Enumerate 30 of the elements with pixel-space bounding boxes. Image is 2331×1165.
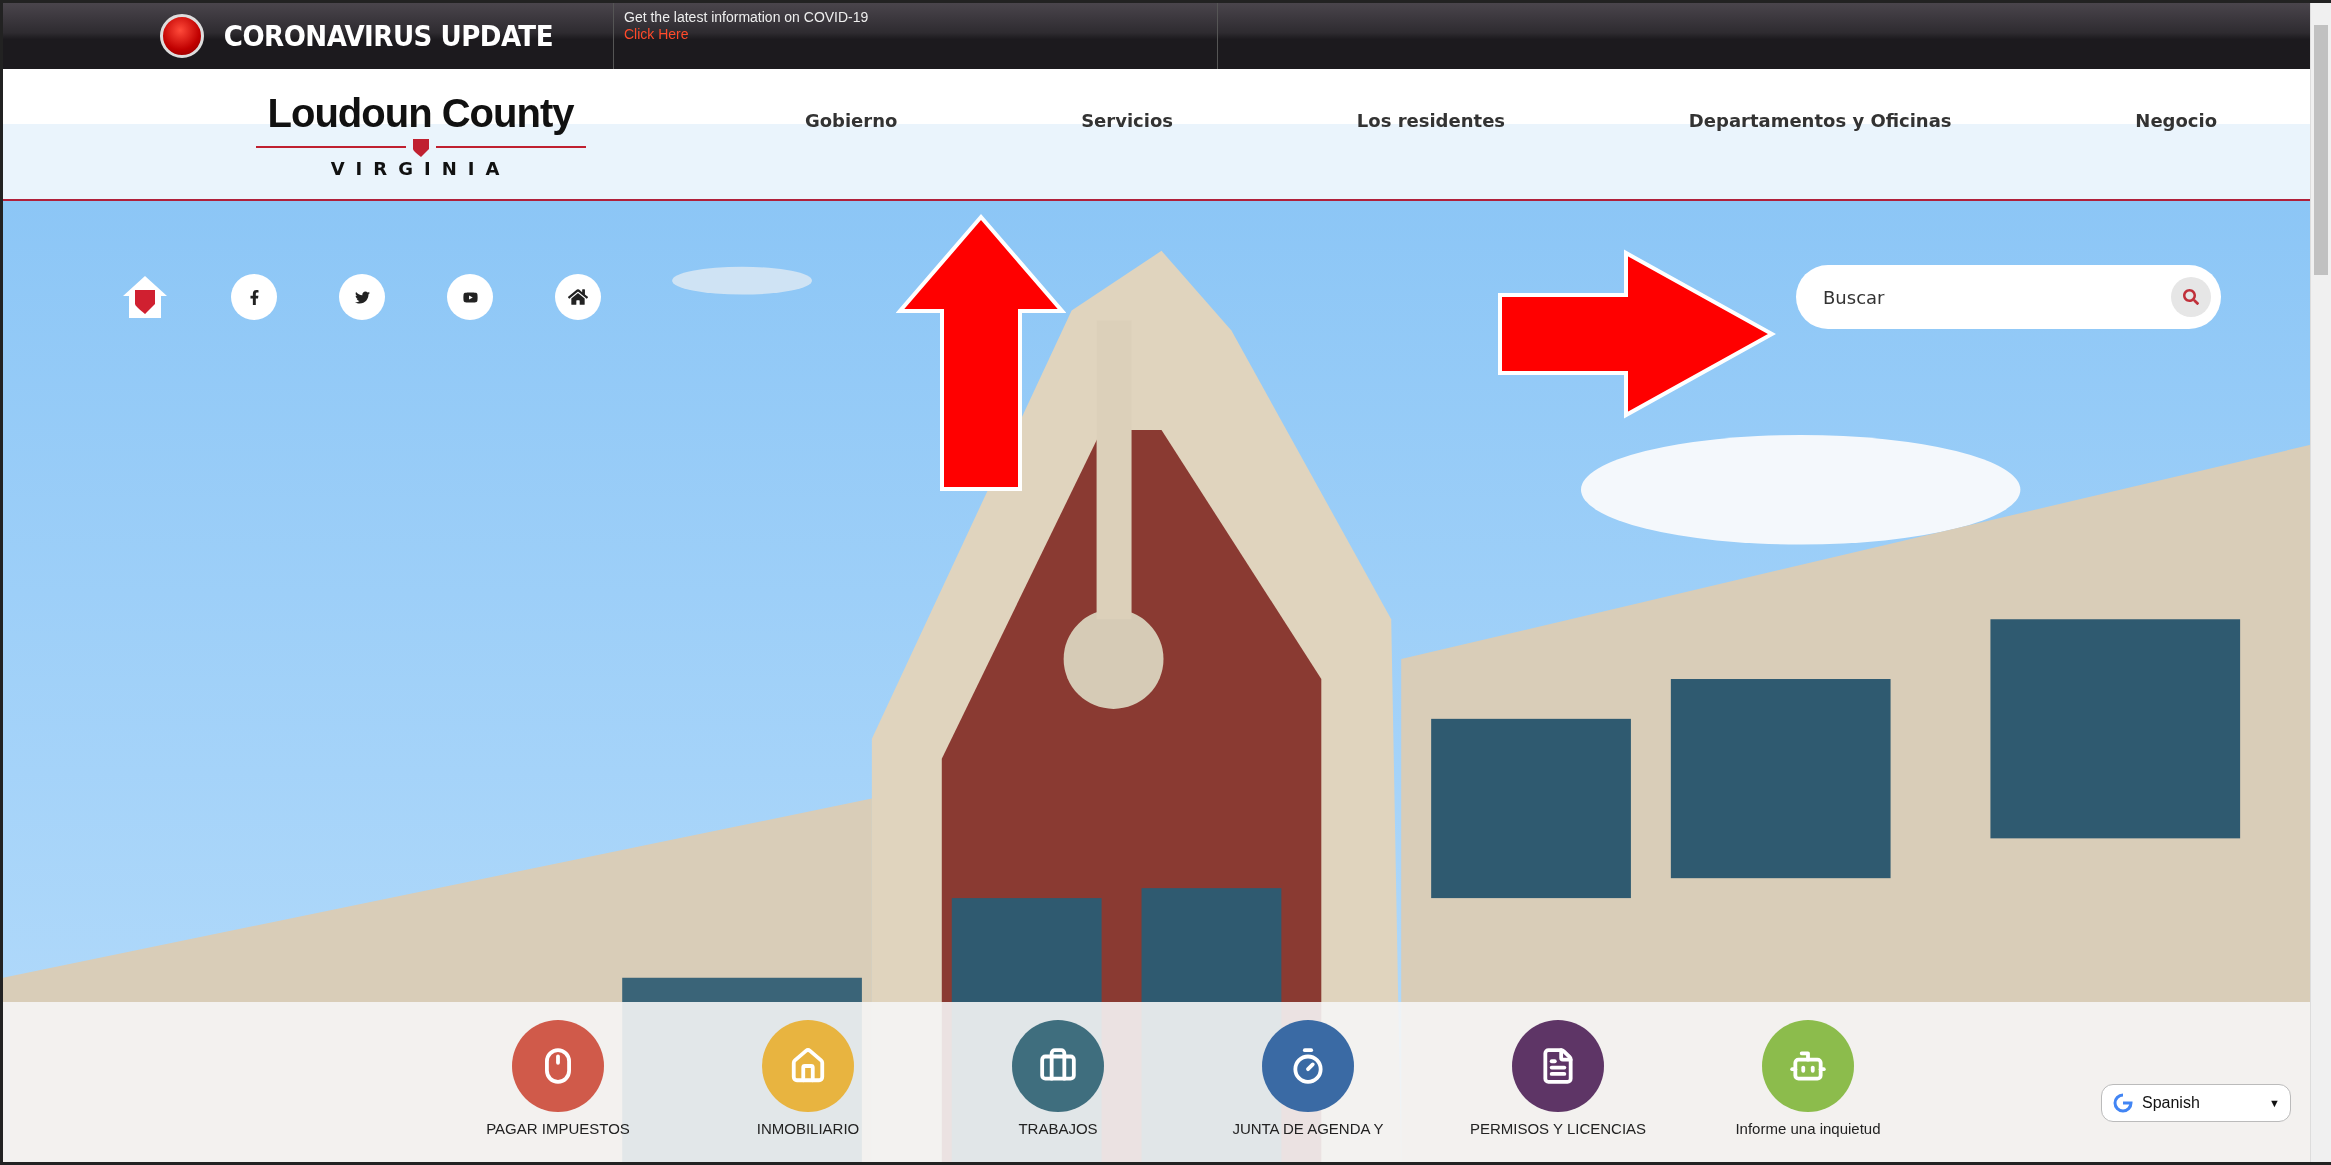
bird-icon [354,289,370,305]
logo-state: VIRGINIA [330,157,511,179]
quick-link-label[interactable]: PERMISOS Y LICENCIAS [1469,1120,1647,1137]
quick-link-label[interactable]: Informe una inquietud [1735,1120,1881,1137]
nav-link[interactable]: Gobierno [804,109,898,131]
logo-name[interactable]: Loudoun County [267,89,574,136]
nav-link[interactable]: Negocio [2135,109,2218,131]
nav-link[interactable]: Los residentes [1356,109,1506,131]
house-icon [789,1047,827,1085]
up-arrow-icon [896,213,1066,493]
quick-link-label[interactable]: JUNTA DE AGENDA Y [1232,1120,1384,1137]
banner-title: CORONAVIRUS UPDATE [223,19,553,53]
nav-link[interactable]: Departamentos y Oficinas [1688,109,1952,131]
click-here-link[interactable]: Click Here [624,26,689,43]
search-icon [2183,289,2199,305]
g-logo-icon [2112,1092,2134,1114]
alert-light-icon [159,14,204,58]
search-field[interactable]: Buscar [1796,265,2221,329]
quick-link-label[interactable]: TRABAJOS [1018,1120,1098,1137]
language-select[interactable]: Spanish ▼ [2101,1084,2291,1122]
search-button[interactable] [2171,277,2211,317]
caret-icon: ▼ [2269,1097,2280,1109]
quick-link-label[interactable]: INMOBILIARIO [756,1120,860,1137]
nav-link[interactable]: Servicios [1081,109,1174,131]
shield-house-icon[interactable] [121,274,169,320]
quick-link-label[interactable]: PAGAR IMPUESTOS [486,1120,630,1137]
banner-message: Get the latest information on COVID-19 [624,9,870,26]
right-arrow-icon [1496,249,1776,419]
house-icon [568,287,588,307]
scrollbar[interactable] [2310,3,2331,1162]
